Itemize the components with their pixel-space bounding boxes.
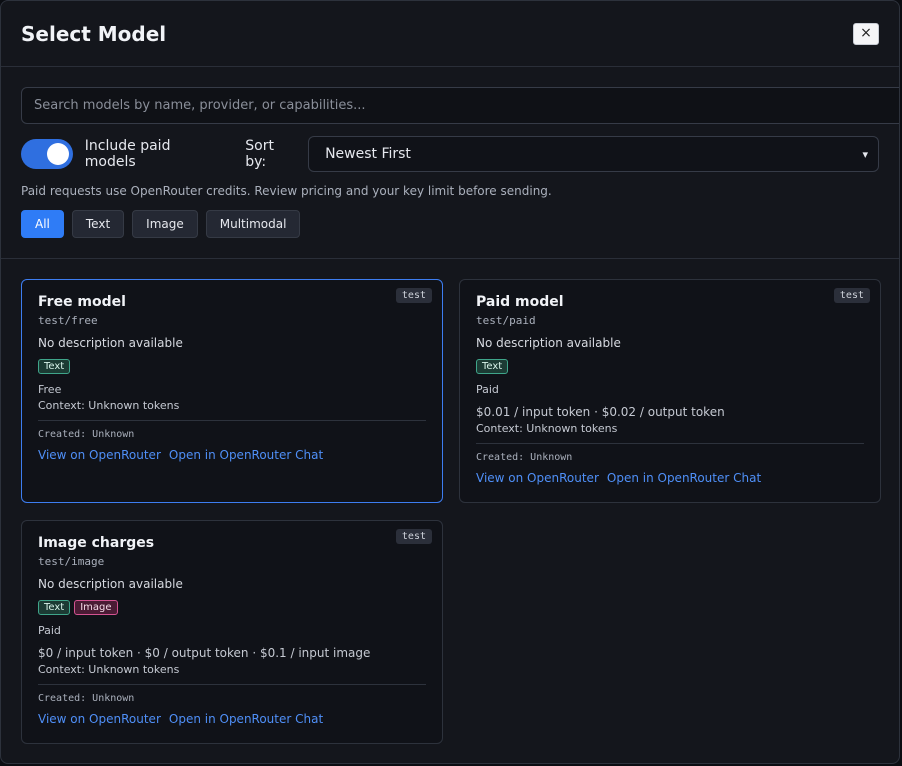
view-on-openrouter-link[interactable]: View on OpenRouter: [476, 471, 599, 485]
model-context: Context: Unknown tokens: [476, 422, 618, 435]
card-links: View on OpenRouter Open in OpenRouter Ch…: [38, 712, 426, 726]
view-on-openrouter-link[interactable]: View on OpenRouter: [38, 448, 161, 462]
filter-image[interactable]: Image: [132, 210, 198, 238]
model-tags: Text: [476, 359, 864, 374]
model-name: Free model: [38, 294, 126, 310]
toggle-knob: [46, 143, 69, 165]
provider-badge: test: [395, 529, 432, 544]
model-created: Created: Unknown: [38, 429, 135, 440]
provider-badge: test: [833, 288, 870, 303]
dialog-header: Select Model ×: [1, 1, 899, 67]
card-divider: [38, 420, 426, 421]
model-created: Created: Unknown: [38, 693, 135, 704]
close-button[interactable]: ×: [853, 22, 879, 45]
tag-text: Text: [38, 359, 71, 374]
model-tags: Text Image: [38, 600, 426, 615]
filter-text[interactable]: Text: [71, 210, 125, 238]
chevron-down-icon: ▾: [862, 147, 868, 161]
provider-badge: test: [395, 288, 432, 303]
sort-selected-value: Newest First: [325, 146, 411, 162]
model-tags: Text: [38, 359, 426, 374]
sort-select[interactable]: Newest First ▾: [308, 136, 879, 172]
search-input[interactable]: [21, 87, 899, 124]
model-id: test/image: [38, 555, 105, 568]
price-details: $0 / input token · $0 / output token · $…: [38, 646, 371, 660]
price-type: Paid: [476, 383, 499, 396]
tag-text: Text: [476, 359, 509, 374]
price-type: Free: [38, 383, 62, 396]
price-type: Paid: [38, 624, 61, 637]
tag-text: Text: [38, 600, 71, 615]
open-chat-link[interactable]: Open in OpenRouter Chat: [169, 448, 323, 462]
paid-note: Paid requests use OpenRouter credits. Re…: [21, 184, 552, 198]
model-created: Created: Unknown: [476, 452, 573, 463]
model-card-free[interactable]: test Free model test/free No description…: [21, 279, 443, 503]
card-links: View on OpenRouter Open in OpenRouter Ch…: [38, 448, 426, 462]
select-model-dialog: Select Model × Include paid models Sort …: [0, 0, 900, 764]
tag-image: Image: [74, 600, 118, 615]
controls-panel: Include paid models Sort by: Newest Firs…: [1, 67, 899, 259]
open-chat-link[interactable]: Open in OpenRouter Chat: [607, 471, 761, 485]
model-description: No description available: [476, 336, 621, 350]
model-name: Image charges: [38, 535, 155, 551]
model-context: Context: Unknown tokens: [38, 399, 180, 412]
card-divider: [476, 443, 864, 444]
dialog-title: Select Model: [21, 21, 167, 46]
include-paid-label: Include paid models: [84, 138, 171, 170]
include-paid-toggle[interactable]: [21, 139, 73, 169]
model-description: No description available: [38, 336, 183, 350]
sort-label: Sort by:: [245, 138, 274, 170]
options-row: Include paid models Sort by: Newest Firs…: [21, 136, 879, 172]
model-description: No description available: [38, 577, 183, 591]
view-on-openrouter-link[interactable]: View on OpenRouter: [38, 712, 161, 726]
model-id: test/free: [38, 314, 98, 327]
model-card-paid[interactable]: test Paid model test/paid No description…: [459, 279, 881, 503]
model-card-image[interactable]: test Image charges test/image No descrip…: [21, 520, 443, 744]
model-id: test/paid: [476, 314, 536, 327]
model-context: Context: Unknown tokens: [38, 663, 180, 676]
filter-chips: All Text Image Multimodal: [21, 210, 879, 238]
price-details: $0.01 / input token · $0.02 / output tok…: [476, 405, 725, 419]
filter-multimodal[interactable]: Multimodal: [205, 210, 301, 238]
filter-all[interactable]: All: [21, 210, 64, 238]
model-name: Paid model: [476, 294, 564, 310]
card-links: View on OpenRouter Open in OpenRouter Ch…: [476, 471, 864, 485]
card-divider: [38, 684, 426, 685]
open-chat-link[interactable]: Open in OpenRouter Chat: [169, 712, 323, 726]
